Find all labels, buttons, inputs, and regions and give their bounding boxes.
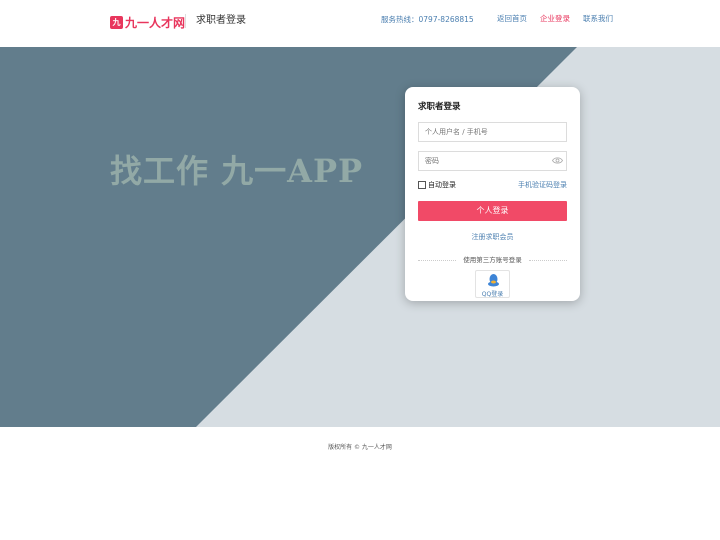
- qq-login-button[interactable]: QQ登录: [475, 270, 510, 298]
- nav-home-link[interactable]: 返回首页: [497, 14, 527, 24]
- auto-login-checkbox[interactable]: [418, 181, 426, 189]
- page-title: 求职者登录: [196, 15, 246, 26]
- sms-login-link[interactable]: 手机验证码登录: [518, 180, 567, 190]
- logo-text: 九一人才网: [125, 16, 186, 30]
- logo-icon: 九: [110, 16, 123, 29]
- auto-login-row[interactable]: 自动登录: [418, 180, 456, 190]
- login-title: 求职者登录: [418, 102, 461, 112]
- logo-divider: [185, 14, 186, 28]
- footer-copyright: 版权所有 © 九一人才网: [328, 444, 392, 451]
- divider-line-right: [529, 260, 567, 261]
- nav-company-login-link[interactable]: 企业登录: [540, 14, 570, 24]
- qq-penguin-icon: [488, 274, 499, 287]
- hero-slogan: 找工作 九一APP: [110, 152, 364, 190]
- auto-login-label: 自动登录: [428, 181, 456, 189]
- header: 九 九一人才网 求职者登录 服务热线：0797-8268815 返回首页 企业登…: [0, 0, 720, 47]
- hero-background: [0, 47, 577, 427]
- register-link[interactable]: 注册求职会员: [405, 232, 580, 242]
- third-party-divider: 使用第三方账号登录: [418, 255, 567, 265]
- eye-icon[interactable]: [552, 156, 563, 165]
- hero-banner: 找工作 九一APP: [0, 47, 720, 427]
- nav-contact-link[interactable]: 联系我们: [583, 14, 613, 24]
- login-card: 求职者登录 自动登录 手机验证码登录 个人登录 注册求职会员 使用第三方账号登录…: [405, 87, 580, 301]
- username-input[interactable]: [418, 122, 567, 142]
- service-hotline: 服务热线：0797-8268815: [381, 15, 474, 24]
- password-input[interactable]: [418, 151, 567, 171]
- qq-login-label: QQ登录: [481, 291, 504, 298]
- logo[interactable]: 九 九一人才网: [110, 14, 185, 31]
- login-button[interactable]: 个人登录: [418, 201, 567, 221]
